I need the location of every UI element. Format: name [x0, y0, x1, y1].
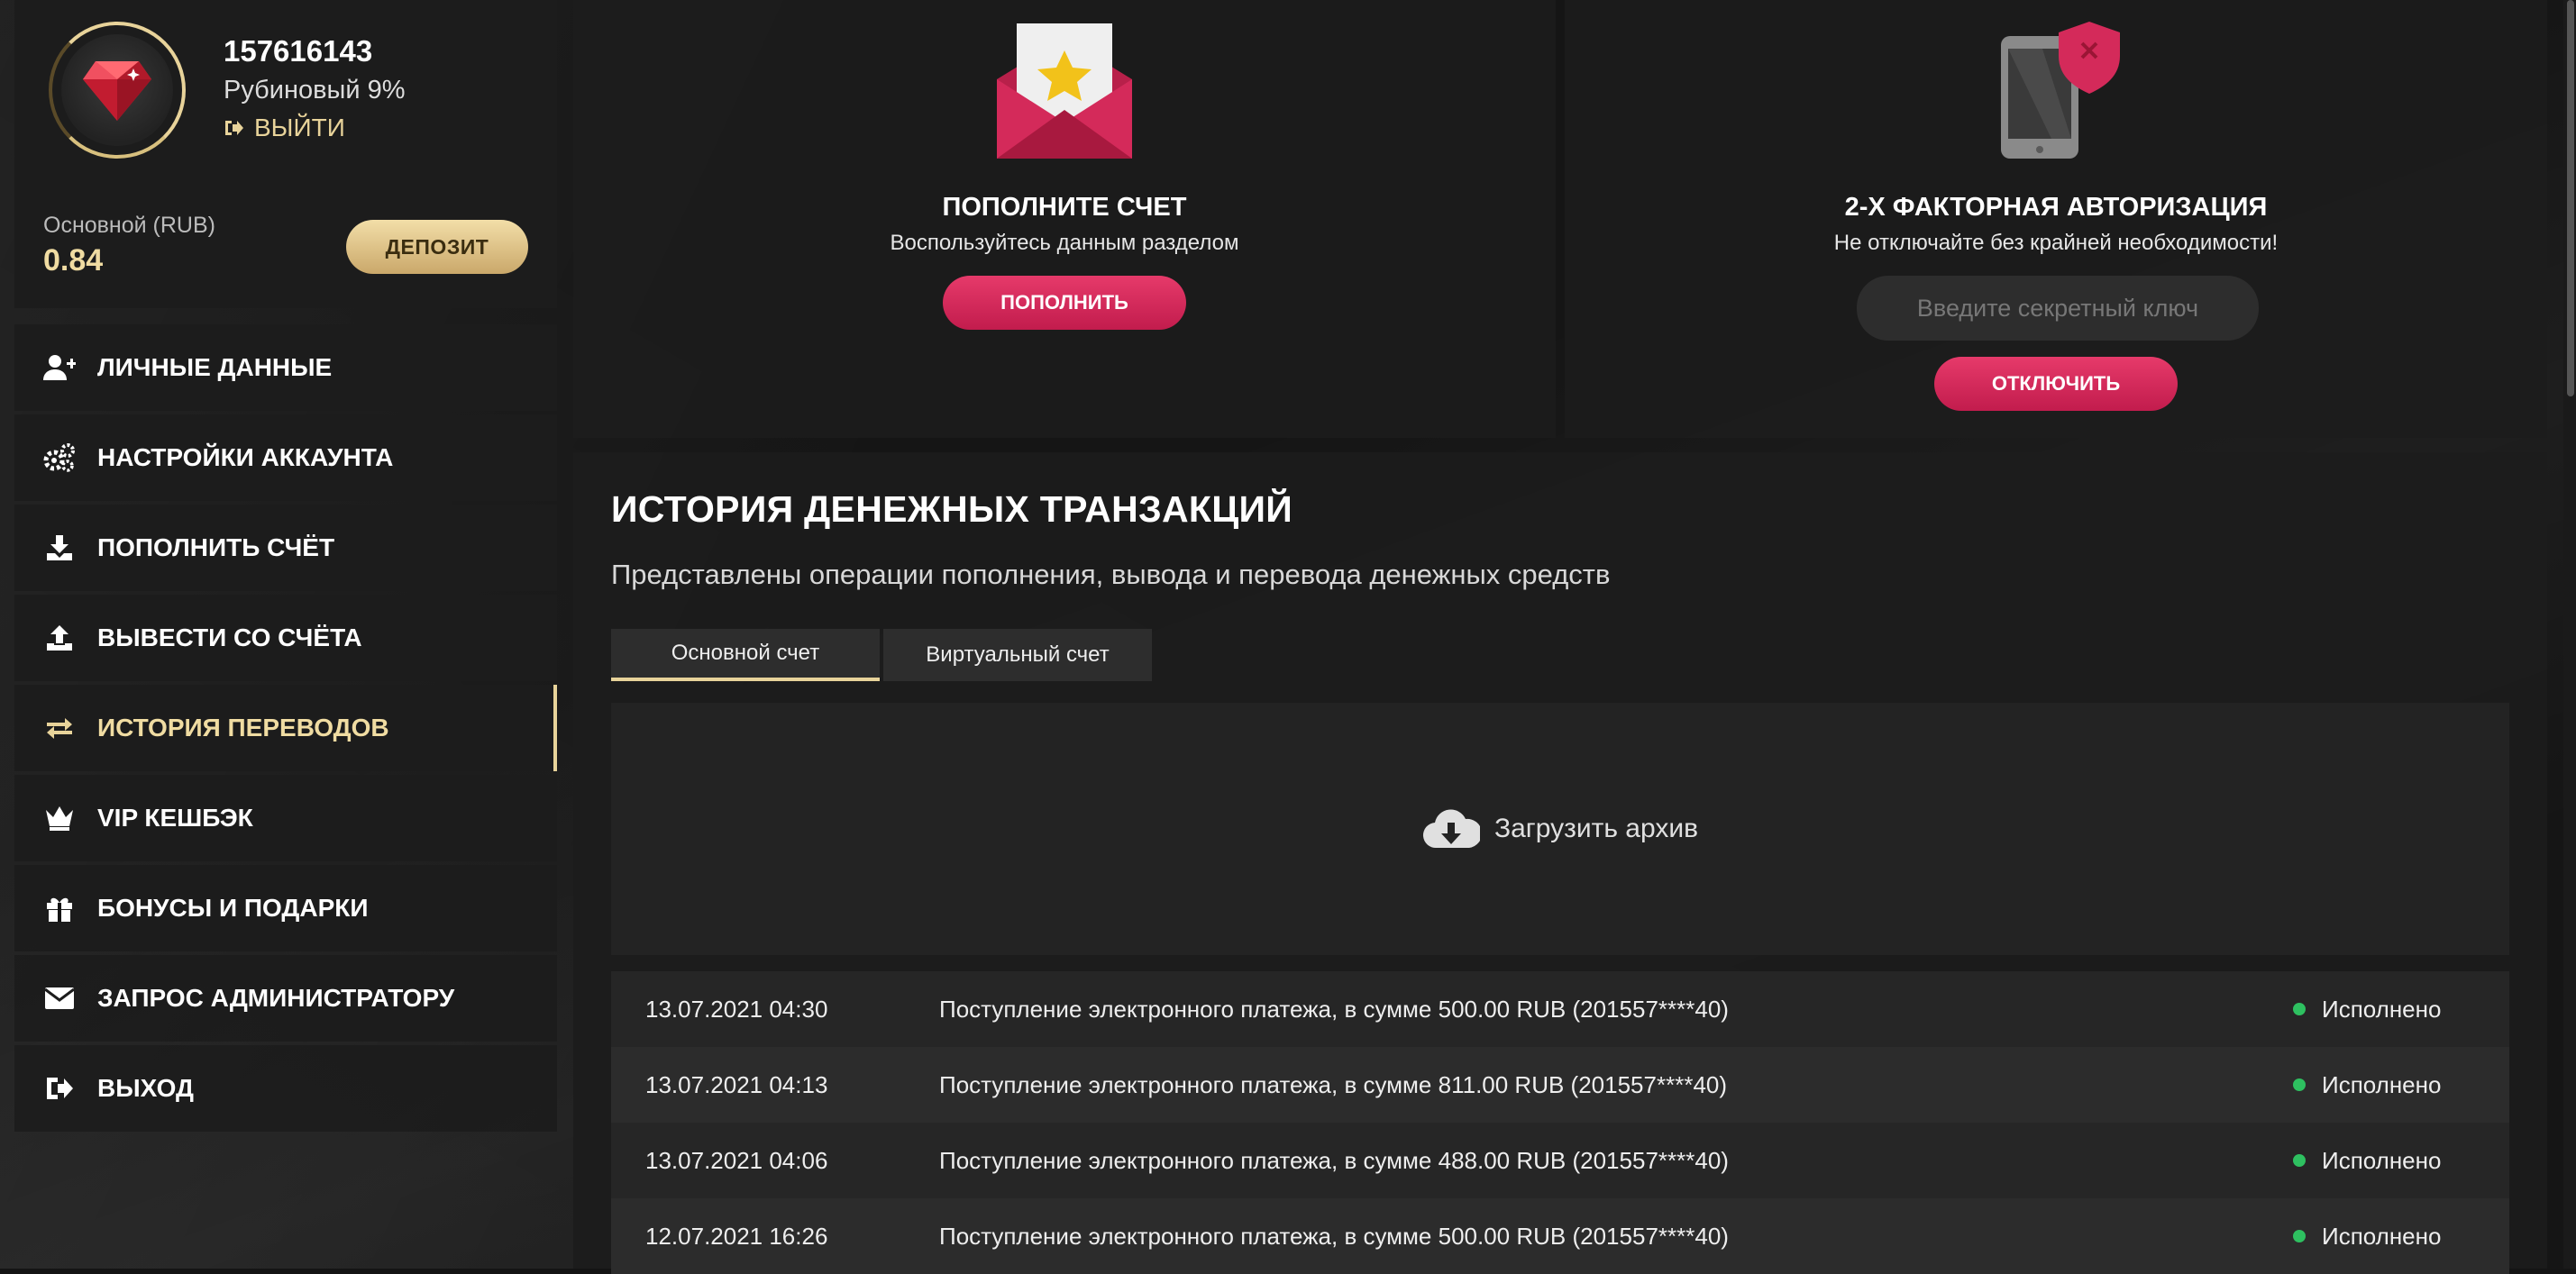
page-scrollbar[interactable]: [2563, 0, 2576, 1269]
tx-status-label: Исполнено: [2322, 995, 2442, 1023]
user-id: 157616143: [224, 34, 373, 68]
ruby-icon: [83, 61, 151, 121]
tx-status-label: Исполнено: [2322, 1222, 2442, 1250]
menu-item-label: БОНУСЫ И ПОДАРКИ: [97, 894, 369, 922]
tx-status: Исполнено: [2293, 1223, 2441, 1251]
menu-item-label: ВЫВЕСТИ СО СЧЁТА: [97, 623, 362, 651]
status-dot-icon: [2293, 1230, 2306, 1242]
menu-item-label: ЛИЧНЫЕ ДАННЫЕ: [97, 353, 333, 381]
sign-out-icon: [41, 1070, 78, 1106]
tx-description: Поступление электронного платежа, в сумм…: [939, 995, 1729, 1023]
transaction-list: 13.07.2021 04:30 Поступление электронног…: [573, 971, 2547, 1274]
logout-link[interactable]: ВЫЙТИ: [224, 114, 345, 142]
table-row: 13.07.2021 04:30 Поступление электронног…: [611, 971, 2509, 1047]
menu-item-label: VIP КЕШБЭК: [97, 804, 253, 832]
menu-item-personal-data[interactable]: ЛИЧНЫЕ ДАННЫЕ: [14, 324, 557, 411]
deposit-card-subtitle: Воспользуйтесь данным разделом: [890, 231, 1239, 255]
menu-item-transfer-history[interactable]: ИСТОРИЯ ПЕРЕВОДОВ: [14, 685, 557, 771]
menu-item-bonuses[interactable]: БОНУСЫ И ПОДАРКИ: [14, 865, 557, 951]
envelope-star-icon: [997, 23, 1132, 159]
tx-description: Поступление электронного платежа, в сумм…: [939, 1222, 1729, 1250]
deposit-button[interactable]: ДЕПОЗИТ: [346, 220, 528, 274]
transaction-history-panel: ИСТОРИЯ ДЕНЕЖНЫХ ТРАНЗАКЦИЙ Представлены…: [573, 452, 2547, 1274]
deposit-card: ПОПОЛНИТЕ СЧЕТ Воспользуйтесь данным раз…: [573, 0, 1556, 438]
twofa-card-subtitle: Не отключайте без крайней необходимости!: [1833, 231, 2279, 255]
menu-item-withdraw[interactable]: ВЫВЕСТИ СО СЧЁТА: [14, 595, 557, 681]
status-dot-icon: [2293, 1078, 2306, 1091]
disable-2fa-button[interactable]: ОТКЛЮЧИТЬ: [1934, 357, 2178, 411]
menu-item-label: ИСТОРИЯ ПЕРЕВОДОВ: [97, 714, 389, 742]
menu-item-vip-cashback[interactable]: VIP КЕШБЭК: [14, 775, 557, 861]
tx-date: 13.07.2021 04:30: [645, 995, 828, 1023]
logout-label: ВЫЙТИ: [254, 114, 345, 141]
sign-out-icon: [225, 121, 243, 135]
upload-icon: [41, 620, 78, 656]
tab-virtual-account[interactable]: Виртуальный счет: [883, 629, 1152, 681]
crown-icon: [41, 800, 78, 836]
menu-item-label: ПОПОЛНИТЬ СЧЁТ: [97, 533, 335, 561]
tx-status-label: Исполнено: [2322, 1070, 2442, 1098]
tx-date: 13.07.2021 04:13: [645, 1070, 828, 1098]
envelope-icon: [41, 980, 78, 1016]
tx-date: 13.07.2021 04:06: [645, 1146, 828, 1174]
deposit-card-title: ПОПОЛНИТЕ СЧЕТ: [942, 193, 1187, 222]
tx-description: Поступление электронного платежа, в сумм…: [939, 1146, 1729, 1174]
user-plus-icon: [41, 350, 78, 386]
exchange-icon: [41, 710, 78, 746]
top-up-button[interactable]: ПОПОЛНИТЬ: [943, 276, 1186, 330]
menu-item-label: ЗАПРОС АДМИНИСТРАТОРУ: [97, 984, 455, 1012]
phone-shield-icon: [2001, 22, 2120, 159]
tx-status: Исполнено: [2293, 996, 2441, 1024]
table-row: 13.07.2021 04:13 Поступление электронног…: [611, 1047, 2509, 1123]
table-row: 13.07.2021 04:06 Поступление электронног…: [611, 1123, 2509, 1198]
tx-date: 12.07.2021 16:26: [645, 1222, 828, 1250]
scrollbar-thumb[interactable]: [2567, 0, 2574, 396]
tx-status: Исполнено: [2293, 1071, 2441, 1099]
download-archive-button[interactable]: Загрузить архив: [611, 703, 2509, 955]
twofa-card-title: 2-Х ФАКТОРНАЯ АВТОРИЗАЦИЯ: [1844, 193, 2268, 222]
status-dot-icon: [2293, 1003, 2306, 1015]
tx-status: Исполнено: [2293, 1147, 2441, 1175]
status-dot-icon: [2293, 1154, 2306, 1167]
twofa-card: 2-Х ФАКТОРНАЯ АВТОРИЗАЦИЯ Не отключайте …: [1565, 0, 2547, 438]
menu-item-label: ВЫХОД: [97, 1074, 194, 1102]
table-row: 12.07.2021 16:26 Поступление электронног…: [611, 1198, 2509, 1274]
archive-label: Загрузить архив: [1494, 814, 1699, 843]
download-icon: [41, 530, 78, 566]
menu-item-label: НАСТРОЙКИ АККАУНТА: [97, 443, 394, 471]
menu-item-deposit[interactable]: ПОПОЛНИТЬ СЧЁТ: [14, 505, 557, 591]
tx-status-label: Исполнено: [2322, 1146, 2442, 1174]
user-level: Рубиновый 9%: [224, 76, 406, 105]
profile-panel: 157616143 Рубиновый 9% ВЫЙТИ Основной (R…: [14, 0, 557, 308]
menu-item-account-settings[interactable]: НАСТРОЙКИ АККАУНТА: [14, 414, 557, 501]
cloud-download-icon: [1422, 809, 1480, 849]
balance-value: 0.84: [43, 243, 104, 278]
tx-description: Поступление электронного платежа, в сумм…: [939, 1070, 1728, 1098]
tab-main-account[interactable]: Основной счет: [611, 629, 880, 681]
menu-item-admin-request[interactable]: ЗАПРОС АДМИНИСТРАТОРУ: [14, 955, 557, 1042]
gift-icon: [41, 890, 78, 926]
secret-key-input[interactable]: [1857, 276, 2259, 341]
menu-item-exit[interactable]: ВЫХОД: [14, 1045, 557, 1132]
history-subtitle: Представлены операции пополнения, вывода…: [611, 559, 1611, 590]
cogs-icon: [41, 440, 78, 476]
history-title: ИСТОРИЯ ДЕНЕЖНЫХ ТРАНЗАКЦИЙ: [611, 488, 1293, 530]
avatar: [61, 34, 173, 146]
balance-label: Основной (RUB): [43, 213, 215, 238]
